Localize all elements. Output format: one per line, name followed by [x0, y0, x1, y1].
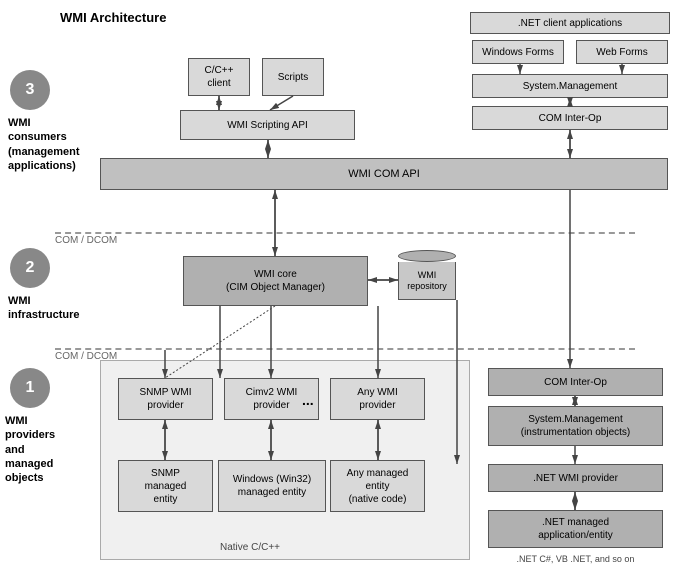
dotnet-managed-box: .NET managedapplication/entity	[488, 510, 663, 548]
layer-1-circle: 1	[10, 368, 50, 408]
dotnet-languages-label: .NET C#, VB .NET, and so on	[488, 554, 663, 564]
scripts-box: Scripts	[262, 58, 324, 96]
divider-1-label: COM / DCOM	[55, 235, 117, 246]
diagram-title: WMI Architecture	[60, 10, 166, 25]
web-forms-box: Web Forms	[576, 40, 668, 64]
layer-2-circle: 2	[10, 248, 50, 288]
divider-1	[55, 232, 635, 234]
native-cpp-label: Native C/C++	[220, 542, 280, 553]
any-provider-box: Any WMIprovider	[330, 378, 425, 420]
any-entity-box: Any managedentity(native code)	[330, 460, 425, 512]
system-management-box: System.Management	[472, 74, 668, 98]
snmp-provider-box: SNMP WMIprovider	[118, 378, 213, 420]
wmi-com-api-box: WMI COM API	[100, 158, 668, 190]
layer-3-circle: 3	[10, 70, 50, 110]
diagram-container: WMI Architecture 3 WMI consumers(managem…	[0, 0, 697, 583]
wmi-repository: WMIrepository	[398, 250, 456, 300]
windows-forms-box: Windows Forms	[472, 40, 564, 64]
system-mgmt-instr-box: System.Management(instrumentation object…	[488, 406, 663, 446]
layer-2-label: WMIinfrastructure	[8, 294, 63, 323]
dots-label: ...	[302, 392, 314, 408]
snmp-entity-box: SNMPmanagedentity	[118, 460, 213, 512]
com-interop-right-box: COM Inter-Op	[488, 368, 663, 396]
cc-client-box: C/C++client	[188, 58, 250, 96]
windows-entity-box: Windows (Win32)managed entity	[218, 460, 326, 512]
dotnet-client-box: .NET client applications	[470, 12, 670, 34]
wmi-core-box: WMI core(CIM Object Manager)	[183, 256, 368, 306]
com-interop-top-box: COM Inter-Op	[472, 106, 668, 130]
dotnet-wmi-provider-box: .NET WMI provider	[488, 464, 663, 492]
layer-1-label: WMIprovidersandmanagedobjects	[5, 414, 65, 485]
divider-2	[55, 348, 635, 350]
wmi-scripting-api-box: WMI Scripting API	[180, 110, 355, 140]
layer-3-label: WMI consumers(managementapplications)	[8, 116, 63, 173]
